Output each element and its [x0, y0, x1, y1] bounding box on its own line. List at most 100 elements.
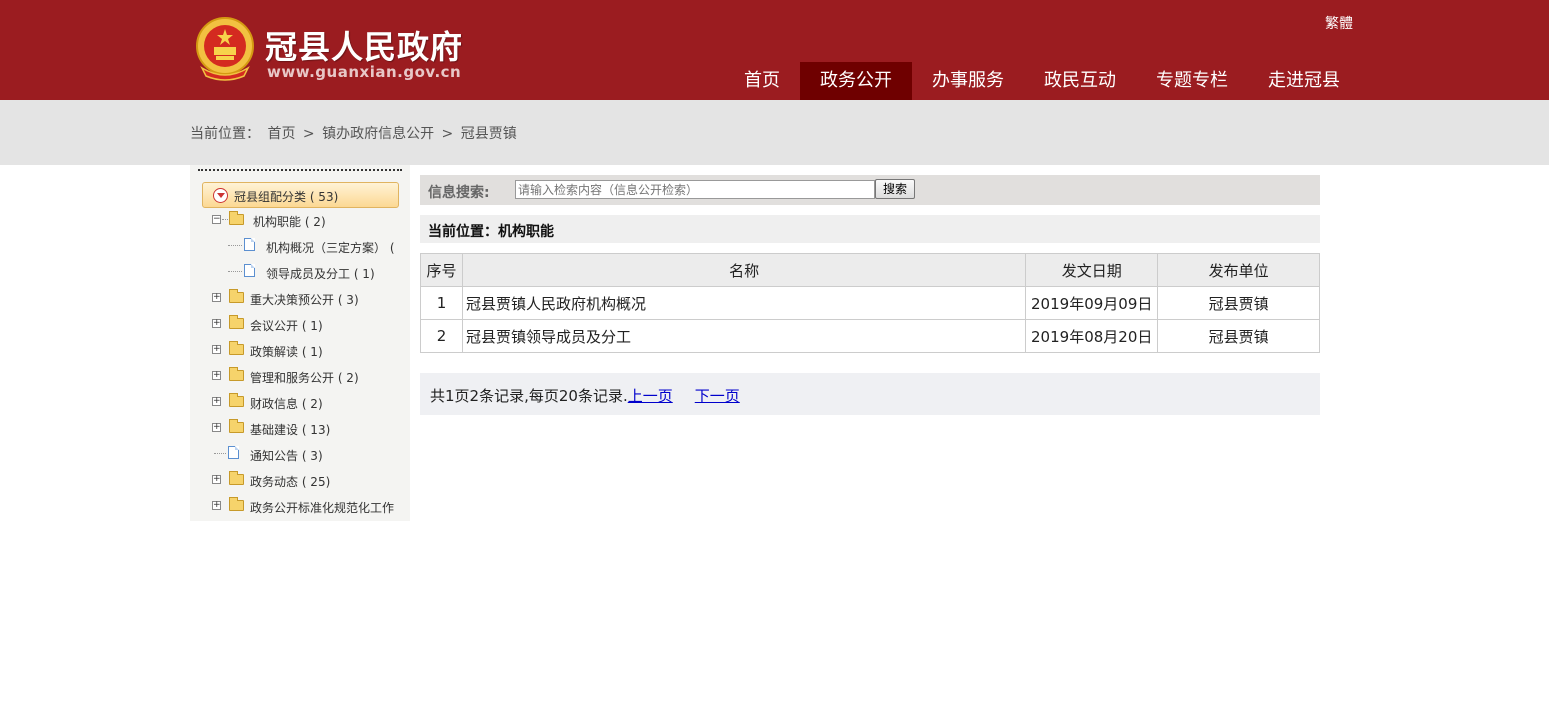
tree-item-label: 政策解读 ( 1)	[250, 345, 323, 359]
tree-item-label: 领导成员及分工 ( 1)	[266, 267, 375, 281]
expand-icon[interactable]: +	[212, 397, 221, 406]
expand-icon[interactable]: +	[212, 319, 221, 328]
site-url: www.guanxian.gov.cn	[267, 63, 462, 81]
folder-icon	[229, 289, 244, 303]
pagination-summary: 共1页2条记录,每页20条记录.	[430, 387, 628, 405]
folder-icon	[229, 341, 244, 355]
search-label: 信息搜索:	[428, 185, 490, 201]
expand-icon[interactable]: +	[212, 423, 221, 432]
expand-icon[interactable]: +	[212, 293, 221, 302]
nav-government-affairs[interactable]: 政务公开	[800, 62, 912, 100]
header-index: 序号	[420, 253, 463, 287]
document-table: 序号 名称 发文日期 发布单位 1 冠县贾镇人民政府机构概况 2019年09月0…	[420, 253, 1320, 353]
breadcrumb-home[interactable]: 首页	[267, 126, 295, 142]
folder-icon	[229, 393, 244, 407]
row-title-link[interactable]: 冠县贾镇人民政府机构概况	[461, 286, 1027, 320]
expand-icon[interactable]: +	[212, 345, 221, 354]
category-tree: 冠县组配分类 ( 53) − 机构职能 ( 2) 机构概况（三定方案） ( 领导…	[190, 165, 410, 521]
row-title-link[interactable]: 冠县贾镇领导成员及分工	[461, 319, 1027, 353]
document-icon	[244, 264, 255, 277]
tree-item-label: 通知公告 ( 3)	[250, 449, 323, 463]
breadcrumb-bar: 当前位置： 首页 > 镇办政府信息公开 > 冠县贾镇	[0, 100, 1549, 165]
header-title: 名称	[461, 253, 1027, 287]
tree-item-infrastructure[interactable]: + 基础建设 ( 13)	[212, 419, 402, 438]
row-index: 1	[420, 286, 463, 320]
tree-item-major-decisions[interactable]: + 重大决策预公开 ( 3)	[212, 289, 402, 308]
row-date: 2019年09月09日	[1025, 286, 1159, 320]
row-publisher: 冠县贾镇	[1157, 286, 1320, 320]
tree-item-institution-overview[interactable]: 机构概况（三定方案） (	[228, 238, 408, 256]
collapse-icon[interactable]: −	[212, 215, 221, 224]
tree-root-label: 冠县组配分类 ( 53)	[234, 190, 339, 204]
tree-line	[228, 245, 242, 246]
breadcrumb: 当前位置： 首页 > 镇办政府信息公开 > 冠县贾镇	[190, 123, 520, 143]
pagination-text: 共1页2条记录,每页20条记录.上一页 下一页	[430, 385, 740, 406]
search-input[interactable]	[515, 180, 875, 199]
tree-item-label: 机构职能 ( 2)	[253, 215, 326, 229]
expand-icon[interactable]: +	[212, 371, 221, 380]
tree-item-standardization[interactable]: + 政务公开标准化规范化工作	[212, 497, 402, 516]
expand-icon[interactable]: +	[212, 475, 221, 484]
tree-item-management-services[interactable]: + 管理和服务公开 ( 2)	[212, 367, 402, 386]
tree-item-label: 会议公开 ( 1)	[250, 319, 323, 333]
national-emblem-icon[interactable]	[194, 16, 256, 82]
current-position-bar: 当前位置：机构职能	[420, 215, 1320, 243]
tree-root[interactable]: 冠县组配分类 ( 53)	[202, 182, 399, 208]
tree-item-notices[interactable]: 通知公告 ( 3)	[212, 446, 402, 464]
nav-about-county[interactable]: 走进冠县	[1248, 62, 1360, 100]
header-date: 发文日期	[1025, 253, 1159, 287]
folder-icon	[229, 315, 244, 329]
folder-open-icon	[229, 211, 244, 225]
tree-item-finance[interactable]: + 财政信息 ( 2)	[212, 393, 402, 412]
divider	[198, 169, 402, 171]
tree-item-label: 重大决策预公开 ( 3)	[250, 293, 359, 307]
folder-icon	[229, 367, 244, 381]
site-header: 冠县人民政府 www.guanxian.gov.cn 繁體 首页 政务公开 办事…	[0, 0, 1549, 100]
current-position: 当前位置：机构职能	[428, 224, 554, 240]
tree-item-label: 基础建设 ( 13)	[250, 423, 331, 437]
tree-item-label: 政务公开标准化规范化工作	[250, 501, 395, 515]
pagination: 共1页2条记录,每页20条记录.上一页 下一页	[420, 373, 1320, 415]
nav-topics[interactable]: 专题专栏	[1136, 62, 1248, 100]
tree-line	[214, 453, 226, 454]
tree-item-label: 机构概况（三定方案） (	[266, 241, 395, 255]
search-button[interactable]: 搜索	[875, 179, 915, 199]
nav-services[interactable]: 办事服务	[912, 62, 1024, 100]
site-title[interactable]: 冠县人民政府	[265, 22, 463, 68]
prev-page-link[interactable]: 上一页	[628, 387, 673, 405]
table-row: 1 冠县贾镇人民政府机构概况 2019年09月09日 冠县贾镇	[420, 286, 1320, 320]
next-page-link[interactable]: 下一页	[695, 387, 740, 405]
header-publisher: 发布单位	[1157, 253, 1320, 287]
document-icon	[228, 446, 239, 459]
row-index: 2	[420, 319, 463, 353]
tree-item-meetings[interactable]: + 会议公开 ( 1)	[212, 315, 402, 334]
folder-icon	[229, 497, 244, 511]
row-publisher: 冠县贾镇	[1157, 319, 1320, 353]
nav-home[interactable]: 首页	[724, 62, 800, 100]
folder-icon	[229, 419, 244, 433]
tree-item-policy-interpretation[interactable]: + 政策解读 ( 1)	[212, 341, 402, 360]
breadcrumb-prefix: 当前位置：	[190, 126, 260, 142]
tree-item-leadership[interactable]: 领导成员及分工 ( 1)	[228, 264, 408, 282]
tree-item-government-news[interactable]: + 政务动态 ( 25)	[212, 471, 402, 490]
tree-item-institution-functions[interactable]: − 机构职能 ( 2)	[212, 211, 402, 230]
tree-line	[222, 219, 228, 220]
breadcrumb-separator: >	[302, 126, 315, 142]
nav-interaction[interactable]: 政民互动	[1024, 62, 1136, 100]
folder-icon	[229, 471, 244, 485]
breadcrumb-separator: >	[441, 126, 454, 142]
collapse-down-icon[interactable]	[213, 188, 228, 203]
table-row: 2 冠县贾镇领导成员及分工 2019年08月20日 冠县贾镇	[420, 319, 1320, 353]
row-date: 2019年08月20日	[1025, 319, 1159, 353]
traditional-chinese-link[interactable]: 繁體	[1325, 13, 1353, 33]
tree-item-label: 政务动态 ( 25)	[250, 475, 331, 489]
breadcrumb-township-info[interactable]: 镇办政府信息公开	[322, 126, 434, 142]
tree-item-label: 财政信息 ( 2)	[250, 397, 323, 411]
breadcrumb-current[interactable]: 冠县贾镇	[461, 126, 517, 142]
expand-icon[interactable]: +	[212, 501, 221, 510]
main-nav: 首页 政务公开 办事服务 政民互动 专题专栏 走进冠县	[724, 62, 1360, 100]
table-header-row: 序号 名称 发文日期 发布单位	[420, 253, 1320, 287]
tree-line	[228, 271, 242, 272]
search-bar: 信息搜索: 搜索	[420, 175, 1320, 205]
document-icon	[244, 238, 255, 251]
